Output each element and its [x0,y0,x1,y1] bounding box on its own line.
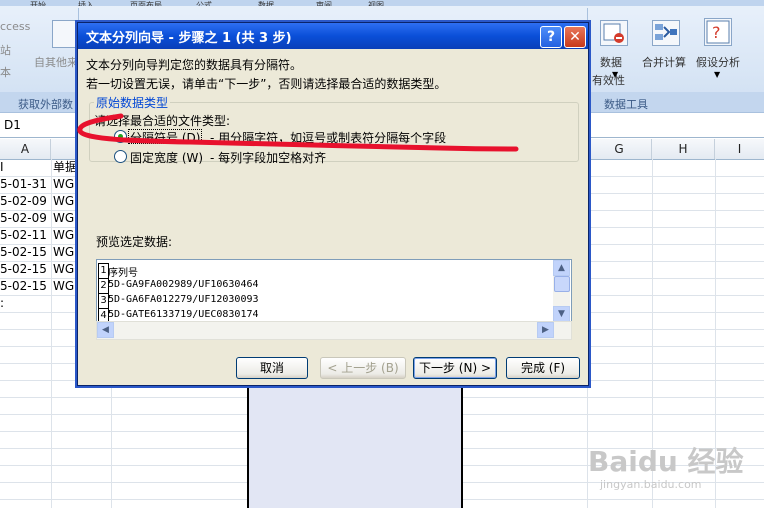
preview-row-text: 5D-GA9FA002989/UF10630464 [108,279,259,290]
ribbon-tab-layout[interactable]: 页面布局 [130,0,162,6]
ribbon-text-label[interactable]: 本 [0,64,11,80]
ribbon-tab-view[interactable]: 视图 [368,0,384,6]
fixed-width-radio[interactable] [114,150,127,163]
scroll-up-icon[interactable]: ▲ [553,260,570,276]
cell-b[interactable]: WGI [53,193,78,210]
scroll-thumb[interactable] [554,276,570,292]
cell-b[interactable]: WGI [53,244,78,261]
ribbon-access-label[interactable]: ccess [0,20,30,33]
cell-b[interactable]: WGI [53,176,78,193]
next-button[interactable]: 下一步 (N) > [413,357,497,379]
radio-selected-dot [118,134,123,139]
cell-a[interactable]: 5-02-15 [0,244,47,261]
preview-row-text: 5D-GA6FA012279/UF12030093 [108,294,259,305]
cancel-button[interactable]: 取消 [236,357,308,379]
cell-a[interactable]: 5-02-09 [0,210,47,227]
column-header-g[interactable]: G [587,139,652,159]
text-to-columns-dialog: 文本分列向导 - 步骤之 1 (共 3 步) ? ✕ 文本分列向导判定您的数据具… [77,22,589,386]
scroll-right-icon[interactable]: ▶ [537,322,554,338]
group-label-external-data: 获取外部数 [18,98,73,111]
cell-b-header-text[interactable]: 单据 [53,159,77,176]
what-if-dropdown-icon[interactable]: ▼ [714,70,720,79]
baidu-watermark: Baidu 经验 [588,445,744,478]
cell-a[interactable]: 5-01-31 [0,176,47,193]
column-header-i[interactable]: I [715,139,764,159]
delimited-option-description: - 用分隔字符，如逗号或制表符分隔每个字段 [210,131,447,145]
column-header-a[interactable]: A [0,139,51,159]
intro-line-2: 若一切设置无误，请单击“下一步”，否则请选择最合适的数据类型。 [86,77,447,91]
ribbon-tab-data[interactable]: 数据 [258,0,274,6]
data-validation-dropdown-icon[interactable]: ▼ [612,70,618,79]
cell-b[interactable]: WGI [53,261,78,278]
column-header-h[interactable]: H [652,139,715,159]
fixed-width-option-label[interactable]: 固定宽度 (W) [130,149,203,166]
cell-a[interactable]: 5-02-15 [0,261,47,278]
preview-label: 预览选定数据: [96,235,173,249]
data-preview-pane[interactable]: 1 序列号 2 5D-GA9FA002989/UF10630464 3 5D-G… [96,259,572,323]
consolidate-icon[interactable] [652,20,680,46]
preview-row-text: 5D-GATE6133719/UEC0830174 [108,309,259,320]
cell-b[interactable]: WGI [53,227,78,244]
selected-column-range[interactable] [247,380,463,508]
cell-a[interactable]: 5-02-11 [0,227,47,244]
cell-b[interactable]: WGI [53,278,78,295]
preview-vertical-scrollbar[interactable]: ▲ ▼ [553,260,570,322]
other-sources-label[interactable]: 自其他来 [34,54,78,70]
data-validation-label-2[interactable]: 有效性 [592,72,625,88]
preview-horizontal-scrollbar[interactable]: ◀ ▶ [96,321,572,340]
consolidate-label[interactable]: 合并计算 [642,54,686,70]
finish-button[interactable]: 完成 (F) [506,357,580,379]
data-validation-icon[interactable] [600,20,628,46]
ribbon-tab-review[interactable]: 审阅 [316,0,332,6]
ribbon-tab-formulas[interactable]: 公式 [196,0,212,6]
scroll-down-icon[interactable]: ▼ [553,306,570,322]
what-if-analysis-icon[interactable]: ? [704,18,732,46]
intro-line-1: 文本分列向导判定您的数据具有分隔符。 [86,58,303,72]
cell-b[interactable]: WGI [53,210,78,227]
dialog-title: 文本分列向导 - 步骤之 1 (共 3 步) [86,31,292,46]
what-if-analysis-label[interactable]: 假设分析 [696,54,740,70]
group-label-data-tools: 数据工具 [604,98,648,111]
close-button[interactable]: ✕ [564,26,586,48]
grid-vline [51,159,52,508]
name-box[interactable]: D1 [0,116,64,134]
groupbox-title: 原始数据类型 [94,94,171,111]
dialog-title-bar[interactable]: 文本分列向导 - 步骤之 1 (共 3 步) ? ✕ [78,23,588,49]
ribbon-web-label[interactable]: 站 [0,42,11,58]
scroll-left-icon[interactable]: ◀ [97,322,114,338]
baidu-watermark-url: jingyan.baidu.com [600,478,702,491]
fixed-width-option-description: - 每列字段加空格对齐 [210,151,327,165]
cell-a[interactable]: 5-02-15 [0,278,47,295]
delimited-option-label[interactable]: 分隔符号 (D) [130,129,200,146]
back-button[interactable]: < 上一步 (B) [320,357,406,379]
cell-a-trailing[interactable]: : [0,295,4,312]
choose-file-type-label: 请选择最合适的文件类型: [94,114,231,128]
preview-row-text: 序列号 [108,268,138,279]
svg-text:?: ? [712,23,721,42]
help-button[interactable]: ? [540,26,562,48]
data-validation-label[interactable]: 数据 [600,54,622,70]
ribbon-tab-insert[interactable]: 插入 [78,0,94,6]
cell-a[interactable]: 5-02-09 [0,193,47,210]
ribbon-tab-home[interactable]: 开始 [30,0,46,6]
other-sources-icon[interactable] [52,20,76,48]
row-header-label: I [0,160,4,174]
delimited-radio[interactable] [114,130,127,143]
